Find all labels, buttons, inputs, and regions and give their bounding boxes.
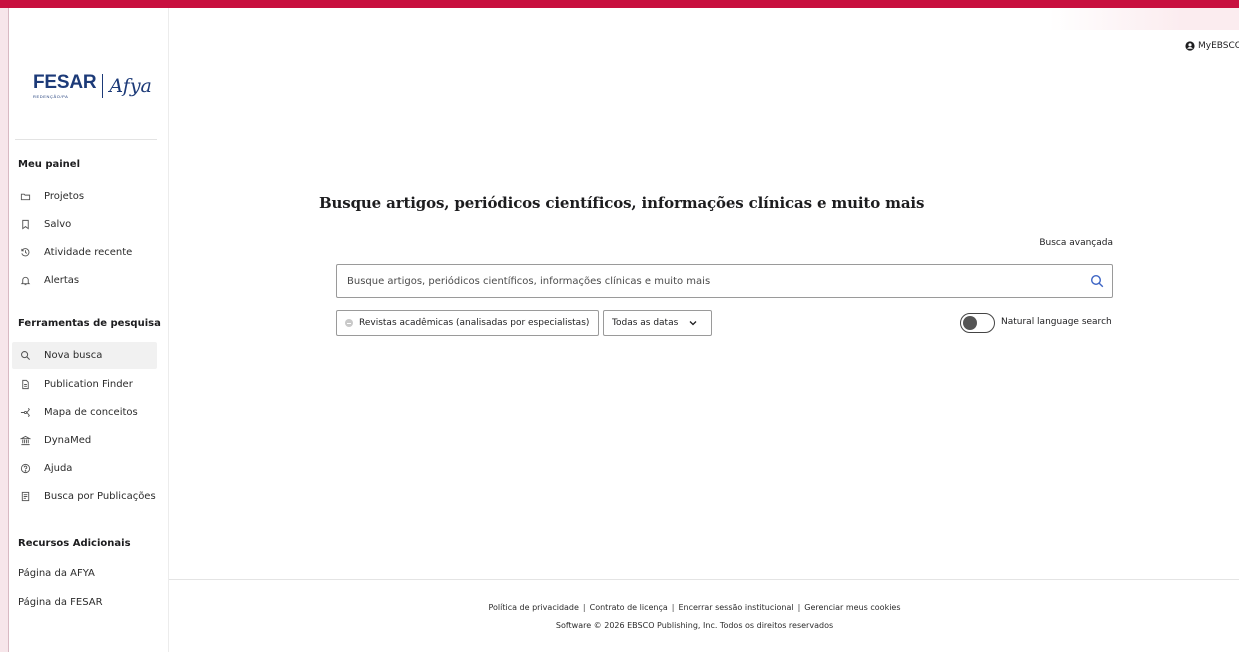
date-range-label: Todas as datas: [612, 318, 679, 328]
sidebar-item-salvo[interactable]: Salvo: [12, 211, 157, 238]
peer-reviewed-filter[interactable]: Revistas acadêmicas (analisadas por espe…: [336, 310, 599, 336]
sidebar-item-label: Busca por Publicações: [44, 491, 156, 502]
date-range-dropdown[interactable]: Todas as datas: [603, 310, 712, 336]
peer-reviewed-label: Revistas acadêmicas (analisadas por espe…: [359, 318, 590, 328]
help-icon: [20, 463, 40, 474]
search-icon: [1090, 274, 1104, 288]
sidebar-item-alertas[interactable]: Alertas: [12, 267, 157, 294]
sidebar-item-label: Atividade recente: [44, 247, 133, 258]
user-circle-icon: [1185, 41, 1195, 51]
toggle-off-icon: [345, 319, 353, 327]
search-input[interactable]: [337, 265, 1082, 297]
logo-subtitle: REDENÇÃO/PA: [33, 94, 69, 99]
top-right-fade: [1049, 8, 1239, 30]
bell-icon: [20, 275, 40, 286]
history-icon: [20, 247, 40, 258]
sidebar-item-atividade-recente[interactable]: Atividade recente: [12, 239, 157, 266]
logo-fesar-block: FESAR REDENÇÃO/PA: [33, 72, 97, 99]
panel-heading: Meu painel: [18, 159, 80, 170]
footer-links: Política de privacidade | Contrato de lice…: [169, 603, 1220, 612]
institution-icon: [20, 435, 40, 446]
sidebar-item-dynamed[interactable]: DynaMed: [12, 427, 157, 454]
sidebar-divider: [15, 139, 157, 140]
sidebar-item-label: DynaMed: [44, 435, 92, 446]
logo-fesar: FESAR: [33, 72, 97, 93]
tools-heading: Ferramentas de pesquisa: [18, 318, 161, 329]
logo-afya: Afya: [109, 75, 152, 97]
chevron-down-icon: [688, 318, 698, 328]
advanced-search-link[interactable]: Busca avançada: [1000, 238, 1113, 248]
sidebar-item-label: Alertas: [44, 275, 80, 286]
sidebar-item-label: Salvo: [44, 219, 72, 230]
concept-map-icon: [20, 407, 40, 418]
natural-language-toggle[interactable]: [960, 313, 995, 333]
sidebar-item-label: Publication Finder: [44, 379, 133, 390]
myebsco-label: MyEBSCO: [1198, 41, 1239, 51]
sidebar: FESAR REDENÇÃO/PA Afya Meu painel Projet…: [9, 8, 169, 652]
sidebar-item-projetos[interactable]: Projetos: [12, 183, 157, 210]
sidebar-item-label: Projetos: [44, 191, 85, 202]
publication-icon: [20, 491, 40, 502]
left-edge-strip: [0, 8, 8, 652]
page-title: Busque artigos, periódicos científicos, …: [319, 194, 925, 212]
sidebar-item-label: Ajuda: [44, 463, 73, 474]
folder-icon: [20, 191, 40, 202]
bookmark-icon: [20, 219, 40, 230]
toggle-knob: [963, 316, 977, 330]
sidebar-item-label: Mapa de conceitos: [44, 407, 138, 418]
footer-separator: |: [797, 603, 801, 612]
copyright-text: Software © 2026 EBSCO Publishing, Inc. T…: [555, 621, 834, 630]
sidebar-item-label: Nova busca: [44, 350, 103, 361]
link-pagina-afya[interactable]: Página da AFYA: [18, 568, 95, 579]
sidebar-item-publication-finder[interactable]: Publication Finder: [12, 371, 157, 398]
logo-separator: [102, 74, 104, 98]
footer-separator: |: [582, 603, 586, 612]
footer-divider: [169, 579, 1239, 580]
sidebar-item-nova-busca[interactable]: Nova busca: [12, 342, 157, 369]
link-pagina-fesar[interactable]: Página da FESAR: [18, 597, 103, 608]
myebsco-link[interactable]: MyEBSCO: [1185, 41, 1239, 51]
institution-logo[interactable]: FESAR REDENÇÃO/PA Afya: [33, 66, 152, 106]
privacy-policy-link[interactable]: Política de privacidade: [488, 603, 578, 612]
sidebar-item-mapa-de-conceitos[interactable]: Mapa de conceitos: [12, 399, 157, 426]
footer-separator: |: [671, 603, 675, 612]
sidebar-item-ajuda[interactable]: Ajuda: [12, 455, 157, 482]
manage-cookies-link[interactable]: Gerenciar meus cookies: [804, 603, 900, 612]
end-institutional-session-link[interactable]: Encerrar sessão institucional: [678, 603, 793, 612]
document-icon: [20, 379, 40, 390]
search-button[interactable]: [1082, 266, 1112, 296]
natural-language-label: Natural language search: [1001, 317, 1112, 327]
license-agreement-link[interactable]: Contrato de licença: [590, 603, 668, 612]
search-icon: [20, 350, 40, 361]
sidebar-item-busca-por-publicacoes[interactable]: Busca por Publicações: [12, 483, 157, 510]
resources-heading: Recursos Adicionais: [18, 538, 131, 549]
search-box: [336, 264, 1113, 298]
top-accent-bar: [0, 0, 1239, 8]
